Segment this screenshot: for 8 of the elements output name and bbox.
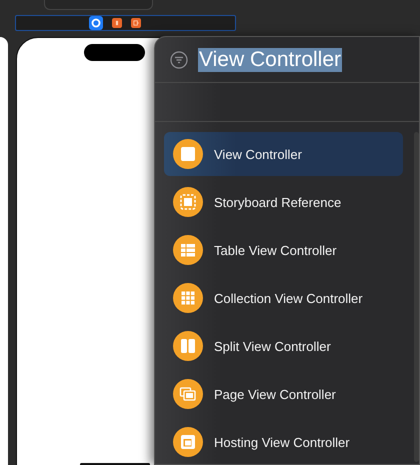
library-item[interactable]: Collection View Controller [164, 276, 403, 320]
library-item[interactable]: Storyboard Reference [164, 180, 403, 224]
library-item[interactable]: Split View Controller [164, 324, 403, 368]
library-item[interactable]: Table View Controller [164, 228, 403, 272]
search-field[interactable]: View Controller [198, 48, 342, 72]
library-item[interactable]: View Controller [164, 132, 403, 176]
library-item[interactable]: Hosting View Controller [164, 420, 403, 464]
library-item[interactable]: Page View Controller [164, 372, 403, 416]
